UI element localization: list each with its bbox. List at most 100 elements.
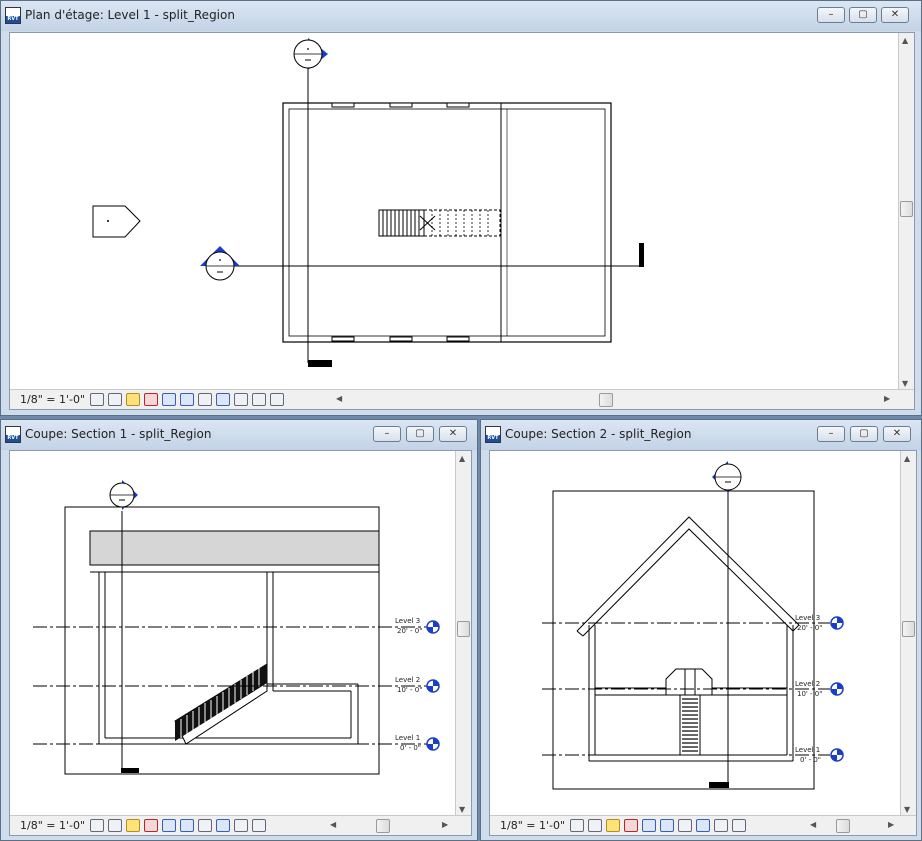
analytical-icon[interactable]: [234, 819, 248, 832]
level3-name[interactable]: Level 3: [395, 617, 420, 625]
level1-name[interactable]: Level 1: [395, 734, 420, 742]
plan-titlebar[interactable]: Plan d'étage: Level 1 - split_Region – ▢…: [1, 1, 921, 31]
level3-elev[interactable]: 20' - 0": [397, 627, 422, 635]
section1-titlebar[interactable]: Coupe: Section 1 - split_Region – ▢ ✕: [1, 420, 477, 450]
scroll-up-icon[interactable]: ▲: [904, 454, 910, 463]
scroll-down-icon[interactable]: ▼: [459, 805, 465, 814]
plan-vertical-scrollbar[interactable]: ▲ ▼: [898, 33, 914, 391]
analytical-icon[interactable]: [234, 393, 248, 406]
section2-maximize-button[interactable]: ▢: [850, 426, 878, 442]
show-crop-icon[interactable]: [180, 819, 194, 832]
scroll-right-icon[interactable]: ▶: [442, 820, 448, 829]
detail-level-icon[interactable]: [90, 393, 104, 406]
section-2-tail: [639, 243, 644, 267]
section2-close-button[interactable]: ✕: [883, 426, 911, 442]
plan-maximize-button[interactable]: ▢: [849, 7, 877, 23]
section-head-2-icon[interactable]: [200, 246, 240, 281]
scroll-left-icon[interactable]: ◀: [336, 394, 342, 403]
section1-window: Coupe: Section 1 - split_Region – ▢ ✕: [0, 419, 478, 841]
section2-view-canvas[interactable]: Level 3 20' - 0" Level 2 10' - 0" Level …: [489, 450, 917, 836]
lock-view-icon[interactable]: [252, 819, 266, 832]
section1-view-canvas[interactable]: Level 3 20' - 0" Level 2 10' - 0" Level …: [9, 450, 472, 836]
level-head-icon[interactable]: [830, 682, 844, 696]
level1-name[interactable]: Level 1: [795, 746, 820, 754]
window-bottom-1: [331, 336, 355, 342]
temporary-hide-icon[interactable]: [678, 819, 692, 832]
reveal-hidden-icon[interactable]: [696, 819, 710, 832]
sun-path-icon[interactable]: [126, 819, 140, 832]
shadows-icon[interactable]: [624, 819, 638, 832]
detail-level-icon[interactable]: [90, 819, 104, 832]
shadows-icon[interactable]: [144, 819, 158, 832]
scroll-left-icon[interactable]: ◀: [810, 820, 816, 829]
plan-hscroll-thumb[interactable]: [599, 393, 613, 407]
visual-style-icon[interactable]: [108, 819, 122, 832]
level-head-icon[interactable]: [426, 737, 440, 751]
level-head-icon[interactable]: [426, 679, 440, 693]
level2-elev[interactable]: 10' - 0": [397, 686, 422, 694]
scroll-right-icon[interactable]: ▶: [884, 394, 890, 403]
visual-style-icon[interactable]: [588, 819, 602, 832]
level2-elev[interactable]: 10' - 0": [797, 690, 822, 698]
level-head-icon[interactable]: [830, 616, 844, 630]
section2-scale-label[interactable]: 1/8" = 1'-0": [500, 819, 565, 832]
plan-view-canvas[interactable]: ▲ ▼ 1/8" = 1'-0" ◀ ▶: [9, 32, 915, 410]
shadows-icon[interactable]: [144, 393, 158, 406]
plan-minimize-button[interactable]: –: [817, 7, 845, 23]
section1-maximize-button[interactable]: ▢: [406, 426, 434, 442]
window-top-1: [331, 102, 355, 108]
temporary-hide-icon[interactable]: [198, 393, 212, 406]
section1-scale-label[interactable]: 1/8" = 1'-0": [20, 819, 85, 832]
level3-elev[interactable]: 20' - 0": [797, 624, 822, 632]
analytical-icon[interactable]: [714, 819, 728, 832]
level1-elev[interactable]: 0' - 0": [800, 756, 821, 764]
lock-view-icon[interactable]: [732, 819, 746, 832]
show-crop-icon[interactable]: [180, 393, 194, 406]
scroll-left-icon[interactable]: ◀: [330, 820, 336, 829]
level1-elev[interactable]: 0' - 0": [400, 744, 421, 752]
level2-name[interactable]: Level 2: [795, 680, 820, 688]
section2-vertical-scrollbar[interactable]: ▲ ▼: [900, 451, 916, 817]
crop-view-icon[interactable]: [642, 819, 656, 832]
section2-vscroll-thumb[interactable]: [902, 621, 915, 637]
level2-name[interactable]: Level 2: [395, 676, 420, 684]
reveal-hidden-icon[interactable]: [216, 393, 230, 406]
detail-level-icon[interactable]: [570, 819, 584, 832]
section2-hscroll-thumb[interactable]: [836, 819, 850, 833]
level3-name[interactable]: Level 3: [795, 614, 820, 622]
section1-vscroll-thumb[interactable]: [457, 621, 470, 637]
crop-view-icon[interactable]: [162, 819, 176, 832]
scroll-up-icon[interactable]: ▲: [902, 36, 908, 45]
temporary-hide-icon[interactable]: [198, 819, 212, 832]
sun-path-icon[interactable]: [606, 819, 620, 832]
scroll-right-icon[interactable]: ▶: [888, 820, 894, 829]
reveal-hidden-icon[interactable]: [216, 819, 230, 832]
section1-close-button[interactable]: ✕: [439, 426, 467, 442]
scroll-up-icon[interactable]: ▲: [459, 454, 465, 463]
section1-minimize-button[interactable]: –: [373, 426, 401, 442]
visual-style-icon[interactable]: [108, 393, 122, 406]
section-head-1-icon[interactable]: [293, 38, 328, 70]
scroll-down-icon[interactable]: ▼: [902, 379, 908, 388]
plan-vscroll-thumb[interactable]: [900, 201, 913, 217]
sun-path-icon[interactable]: [126, 393, 140, 406]
lock-view-icon[interactable]: [252, 393, 266, 406]
crop-view-icon[interactable]: [162, 393, 176, 406]
show-crop-icon[interactable]: [660, 819, 674, 832]
plan-close-button[interactable]: ✕: [881, 7, 909, 23]
section2-titlebar[interactable]: Coupe: Section 2 - split_Region – ▢ ✕: [481, 420, 921, 450]
section-head-1-icon[interactable]: [109, 480, 138, 510]
worksharing-icon[interactable]: [270, 393, 284, 406]
level-head-icon[interactable]: [426, 620, 440, 634]
section2-minimize-button[interactable]: –: [817, 426, 845, 442]
scroll-down-icon[interactable]: ▼: [904, 805, 910, 814]
revit-app-icon: [5, 7, 21, 24]
plan-scale-label[interactable]: 1/8" = 1'-0": [20, 393, 85, 406]
section1-vertical-scrollbar[interactable]: ▲ ▼: [455, 451, 471, 817]
elevation-marker-icon[interactable]: [92, 205, 141, 238]
section2-drawing: Level 3 20' - 0" Level 2 10' - 0" Level …: [542, 461, 844, 790]
section1-hscroll-thumb[interactable]: [376, 819, 390, 833]
section-head-2-icon[interactable]: [712, 461, 742, 493]
level-head-icon[interactable]: [830, 748, 844, 762]
section1-view-tools: [90, 819, 266, 833]
